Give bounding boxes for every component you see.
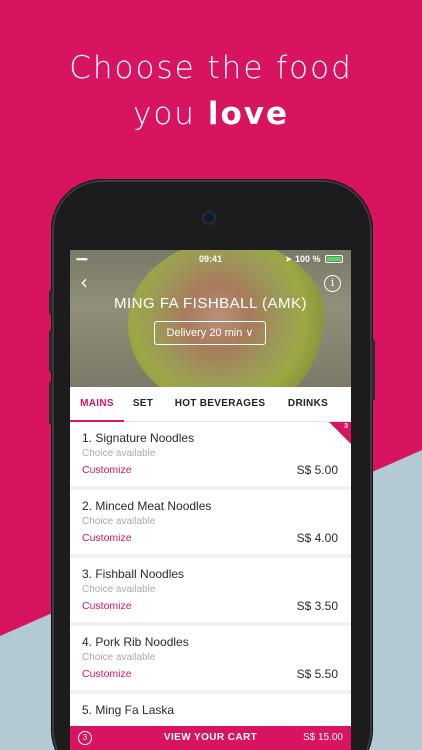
status-bar: ••••• 09:41 ➤ 100 % [70, 253, 351, 267]
menu-item-name: 1. Signature Noodles [82, 431, 195, 445]
power-button [372, 340, 375, 400]
back-chevron-icon[interactable]: ‹ [80, 272, 88, 292]
hero-shade [70, 250, 351, 387]
tab-hot-beverages[interactable]: HOT BEVERAGES [168, 387, 272, 422]
promo-line-2-bold: love [207, 96, 289, 132]
tab-set[interactable]: SET [124, 387, 162, 422]
restaurant-hero: ••••• 09:41 ➤ 100 % ‹ i MING FA FISHBALL… [70, 250, 351, 387]
menu-item-name: 3. Fishball Noodles [82, 567, 185, 581]
promo-line-2-prefix: you [133, 96, 208, 132]
location-icon: ➤ [284, 254, 293, 264]
menu-item-price: S$ 3.50 [296, 599, 338, 613]
customize-link[interactable]: Customize [82, 600, 132, 612]
volume-up-button [49, 330, 52, 372]
customize-link[interactable]: Customize [82, 532, 132, 544]
mute-switch [49, 290, 52, 314]
status-right: ➤ 100 % [285, 254, 343, 265]
battery-icon [325, 255, 343, 263]
menu-item-price: S$ 5.50 [296, 667, 338, 681]
restaurant-name: MING FA FISHBALL (AMK) [114, 295, 307, 312]
menu-item-subtitle: Choice available [82, 516, 156, 527]
menu-item-price: S$ 4.00 [296, 531, 338, 545]
cart-total: S$ 15.00 [302, 732, 343, 743]
menu-item[interactable]: 5. Ming Fa Laska [70, 694, 351, 726]
view-cart-button[interactable]: 3 VIEW YOUR CART S$ 15.00 [70, 726, 351, 750]
menu-item-name: 4. Pork Rib Noodles [82, 635, 189, 649]
menu-item[interactable]: 2. Minced Meat Noodles Choice available … [70, 490, 351, 554]
menu-item-name: 2. Minced Meat Noodles [82, 499, 212, 513]
app-screen: ••••• 09:41 ➤ 100 % ‹ i MING FA FISHBALL… [70, 250, 351, 750]
customize-link[interactable]: Customize [82, 464, 132, 476]
info-icon[interactable]: i [324, 275, 341, 292]
menu-item[interactable]: 4. Pork Rib Noodles Choice available Cus… [70, 626, 351, 690]
front-camera [204, 213, 214, 223]
tab-drinks[interactable]: DRINKS [280, 387, 336, 422]
battery-percent: 100 % [294, 254, 321, 264]
promo-headline: Choose the food you love [0, 45, 422, 137]
menu-item-price: S$ 5.00 [296, 463, 338, 477]
delivery-time-selector[interactable]: Delivery 20 min ∨ [154, 321, 266, 345]
tab-mains[interactable]: MAINS [70, 387, 124, 422]
menu-item-subtitle: Choice available [82, 448, 156, 459]
cart-corner-count: 3 [344, 423, 348, 430]
menu-item-subtitle: Choice available [82, 584, 156, 595]
volume-down-button [49, 382, 52, 424]
menu-item[interactable]: 1. Signature Noodles Choice available Cu… [70, 422, 351, 486]
promo-line-1: Choose the food [69, 50, 353, 86]
menu-item-name: 5. Ming Fa Laska [82, 703, 175, 717]
menu-item[interactable]: 3. Fishball Noodles Choice available Cus… [70, 558, 351, 622]
promo-line-2: you love [0, 91, 422, 137]
category-tabs: MAINS SET HOT BEVERAGES DRINKS [70, 387, 351, 422]
menu-list: 1. Signature Noodles Choice available Cu… [70, 422, 351, 726]
menu-item-subtitle: Choice available [82, 652, 156, 663]
customize-link[interactable]: Customize [82, 668, 132, 680]
